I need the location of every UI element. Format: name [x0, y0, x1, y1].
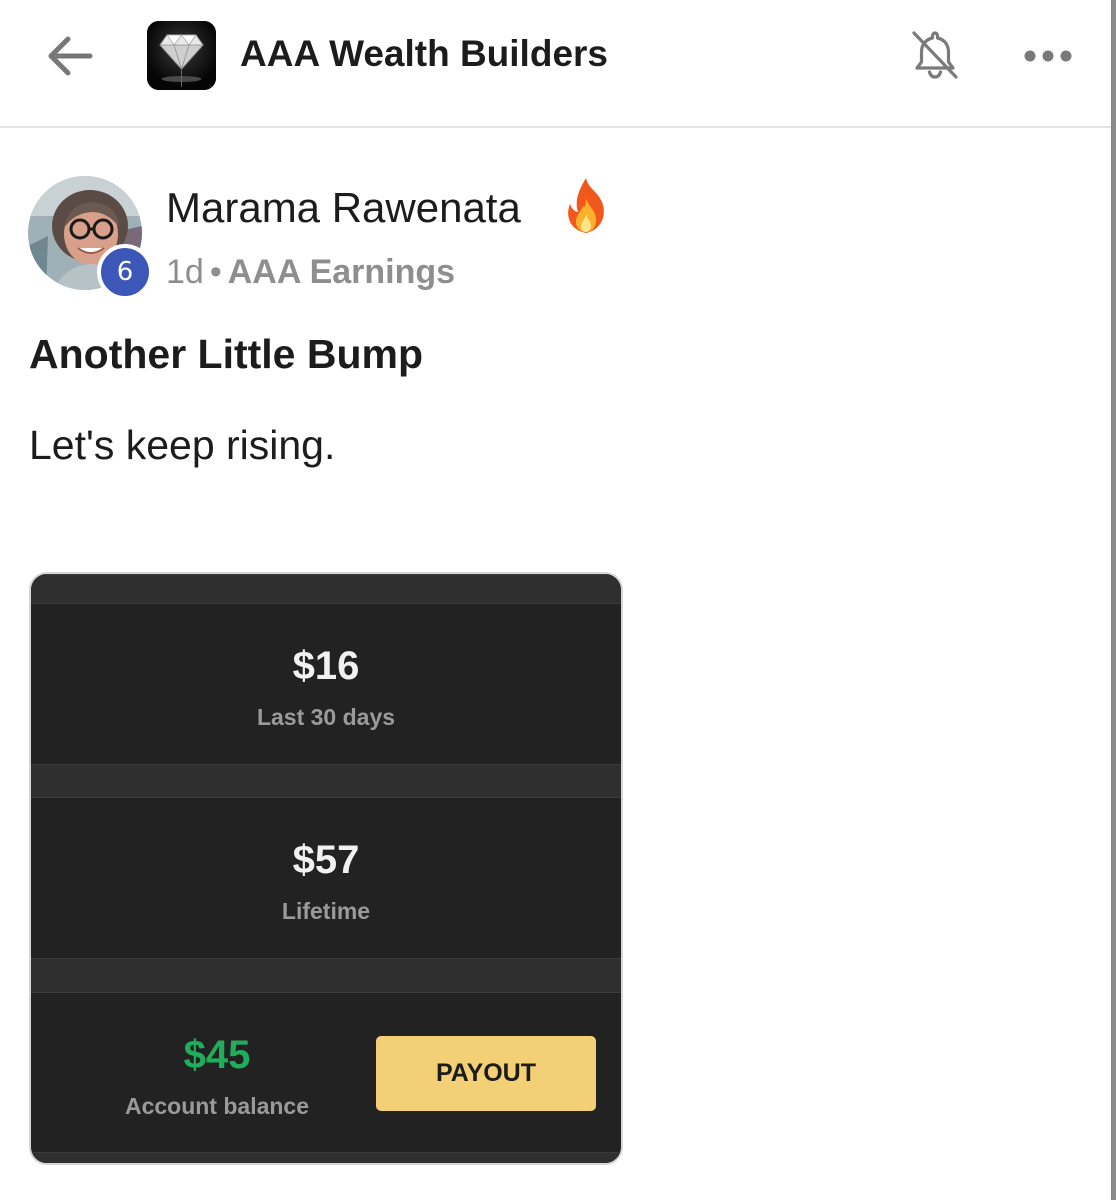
notifications-toggle-button[interactable]: [906, 26, 964, 84]
post-meta: 1d • AAA Earnings: [166, 250, 455, 294]
more-options-button[interactable]: [1016, 38, 1080, 74]
account-balance-value: $45: [183, 1033, 251, 1077]
group-name[interactable]: AAA Wealth Builders: [240, 28, 608, 80]
image-strip: [31, 958, 621, 993]
fire-icon: [560, 176, 612, 236]
meta-separator: •: [209, 253, 222, 291]
payout-button: PAYOUT: [376, 1036, 596, 1111]
more-horizontal-icon: [1024, 50, 1072, 62]
post-title: Another Little Bump: [29, 331, 424, 377]
attached-image[interactable]: $16 Last 30 days $57 Lifetime $45 Accoun…: [29, 572, 623, 1165]
image-strip: [31, 764, 621, 798]
author-name[interactable]: Marama Rawenata: [166, 182, 521, 234]
bell-off-icon: [912, 31, 958, 79]
group-logo[interactable]: [147, 21, 216, 90]
arrow-left-icon: [48, 36, 93, 76]
post-time: 1d: [166, 253, 204, 291]
post-category-link[interactable]: AAA Earnings: [228, 253, 455, 291]
image-strip: [31, 574, 621, 604]
lifetime-label: Lifetime: [281, 898, 371, 924]
post-page: AAA Wealth Builders 6 Marama Rawenata 1d…: [0, 0, 1116, 1200]
scroll-edge: [1111, 0, 1116, 1200]
post-body: Let's keep rising.: [29, 422, 336, 468]
last-30-days-value: $16: [292, 644, 360, 688]
lifetime-value: $57: [292, 838, 360, 882]
author-level-badge: 6: [97, 244, 153, 300]
account-balance-label: Account balance: [124, 1093, 310, 1119]
last-30-days-label: Last 30 days: [256, 704, 396, 730]
diamond-icon: [147, 21, 216, 90]
image-strip: [31, 1152, 621, 1163]
back-button[interactable]: [40, 30, 100, 82]
group-header: AAA Wealth Builders: [0, 0, 1111, 128]
